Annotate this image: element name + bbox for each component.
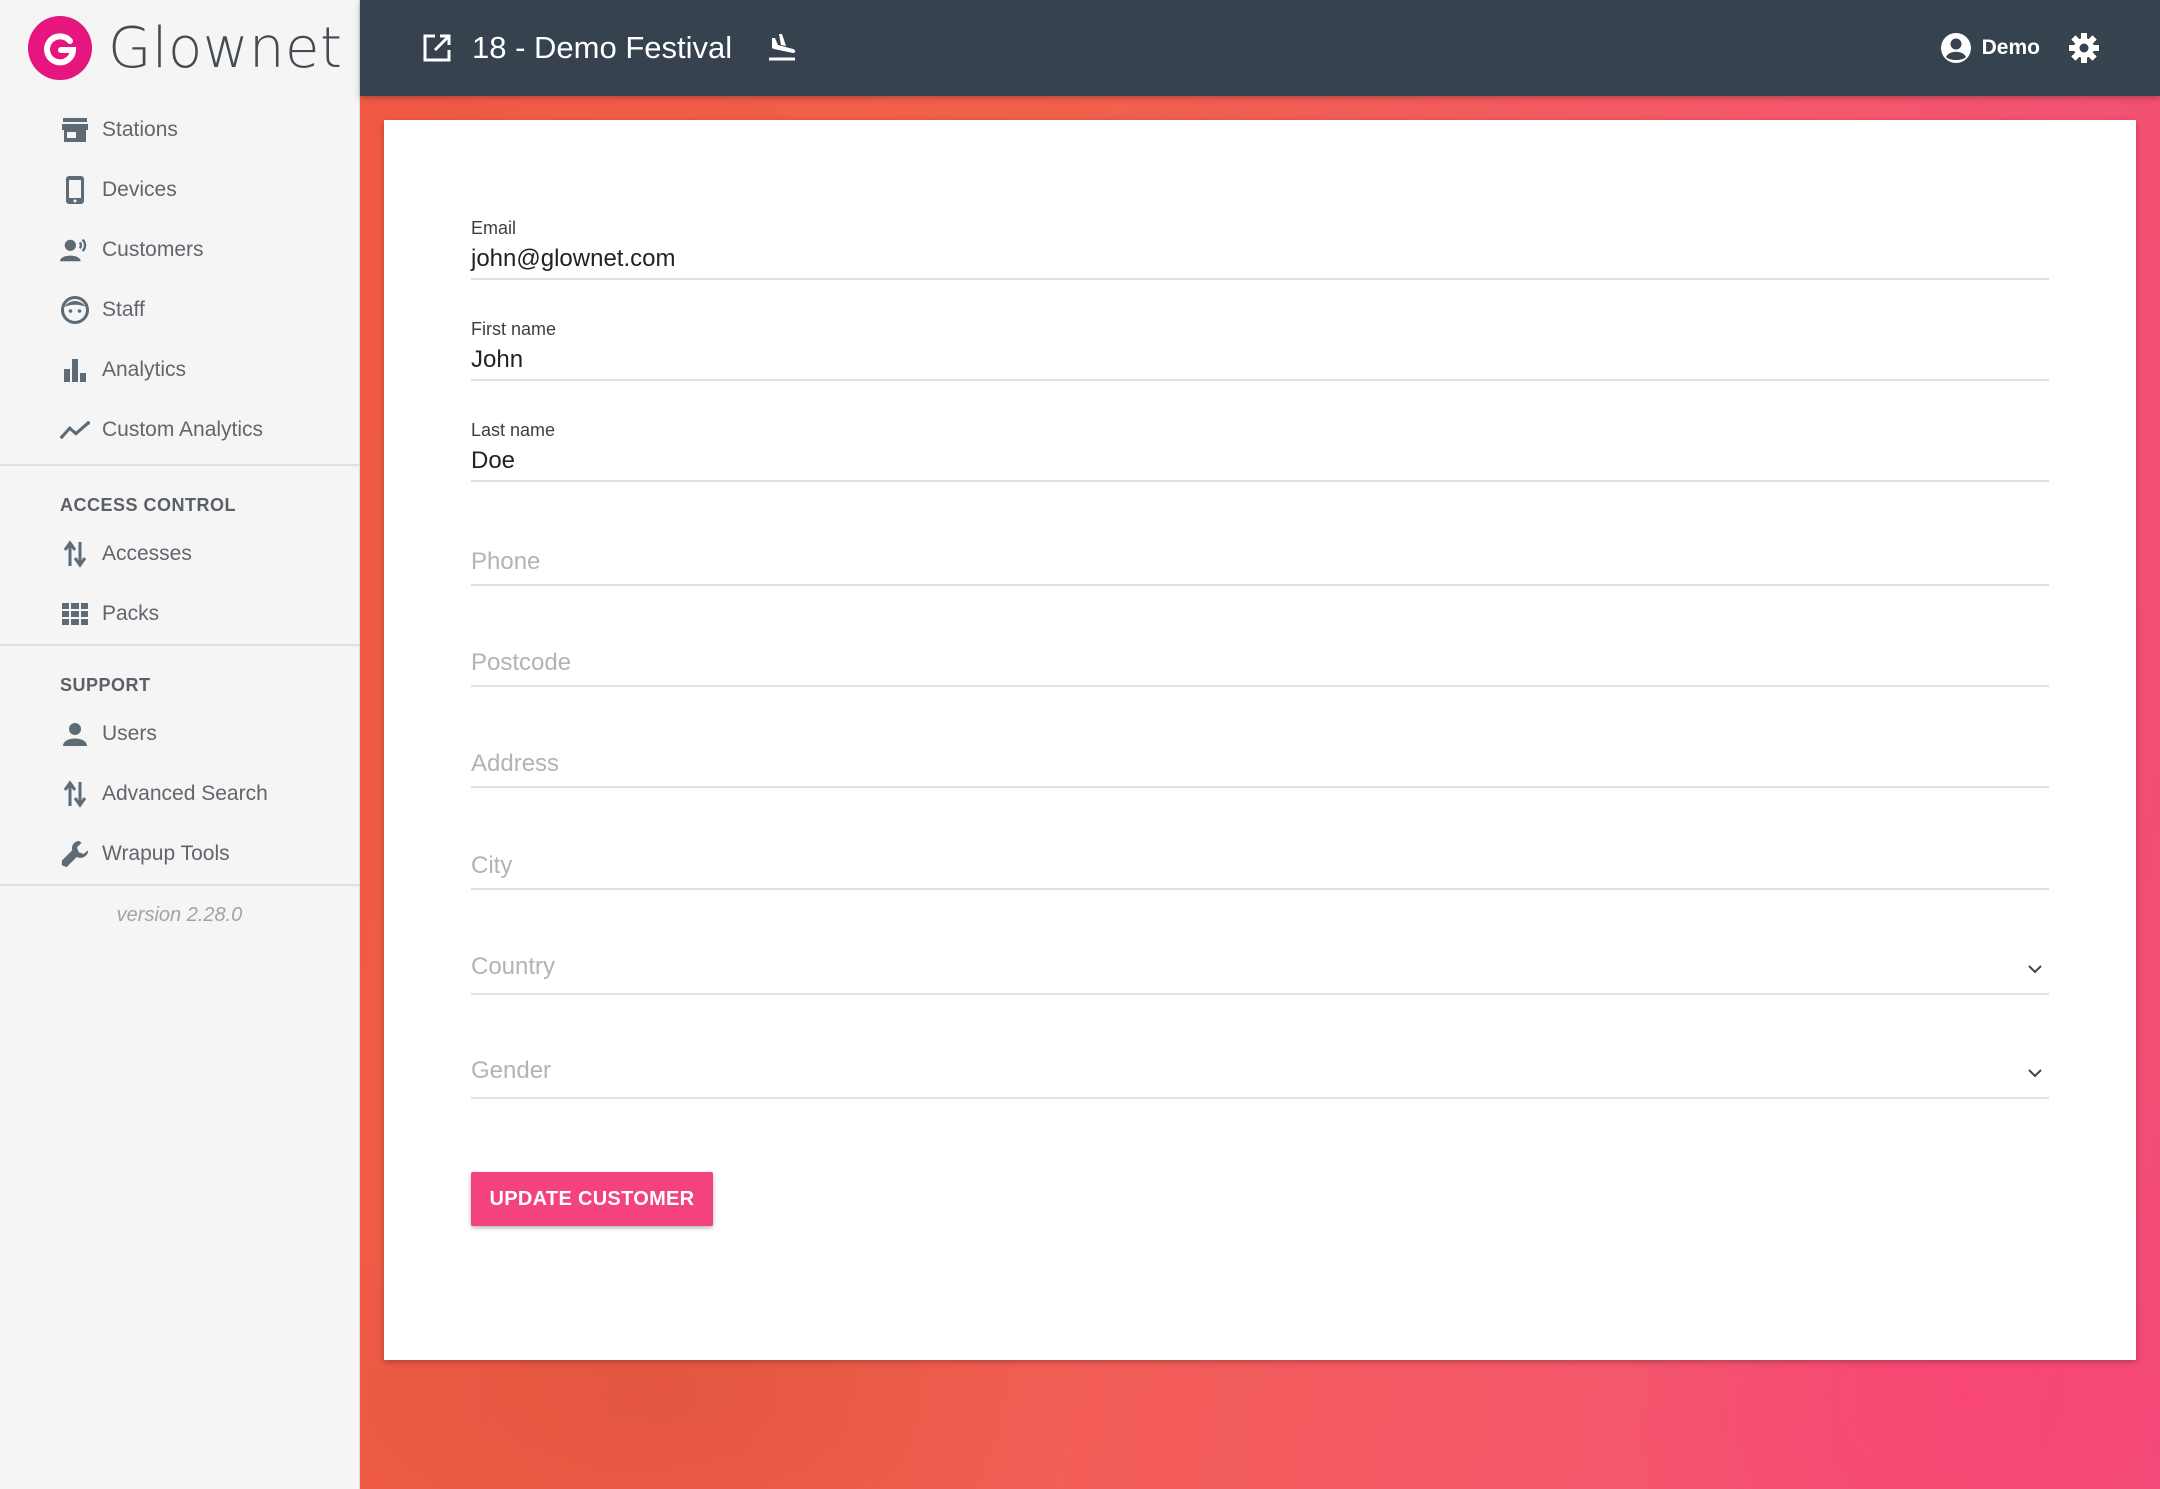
sidebar-item-stations[interactable]: Stations bbox=[0, 100, 359, 160]
sidebar-item-advanced-search[interactable]: Advanced Search bbox=[0, 764, 359, 824]
sidebar-item-label: Accesses bbox=[102, 542, 192, 565]
gender-placeholder: Gender bbox=[471, 1057, 552, 1084]
sidebar-item-customers[interactable]: Customers bbox=[0, 220, 359, 280]
edit-customer-card: Email john@glownet.com First name John L… bbox=[384, 120, 2136, 1360]
sidebar-item-packs[interactable]: Packs bbox=[0, 584, 359, 644]
country-placeholder: Country bbox=[471, 953, 556, 980]
sidebar-item-custom-analytics[interactable]: Custom Analytics bbox=[0, 400, 359, 460]
brand-name: Glownet bbox=[108, 15, 343, 81]
address-placeholder: Address bbox=[471, 750, 560, 777]
email-field[interactable]: Email john@glownet.com bbox=[471, 218, 2049, 280]
sidebar-item-analytics[interactable]: Analytics bbox=[0, 340, 359, 400]
flight-land-icon[interactable] bbox=[766, 33, 798, 63]
sidebar-item-label: Packs bbox=[102, 602, 160, 625]
phone-placeholder: Phone bbox=[471, 548, 541, 575]
bar-chart-icon bbox=[60, 355, 90, 385]
last-name-label: Last name bbox=[471, 420, 556, 440]
sidebar-item-label: Wrapup Tools bbox=[102, 842, 230, 865]
store-icon bbox=[60, 115, 90, 145]
sidebar-item-accesses[interactable]: Accesses bbox=[0, 524, 359, 584]
first-name-label: First name bbox=[471, 319, 557, 339]
sidebar-item-staff[interactable]: Staff bbox=[0, 280, 359, 340]
swap-vertical-icon bbox=[60, 779, 90, 809]
postcode-placeholder: Postcode bbox=[471, 649, 572, 676]
chevron-down-icon bbox=[2027, 1065, 2043, 1083]
first-name-field[interactable]: First name John bbox=[471, 319, 2049, 381]
customers-icon bbox=[60, 235, 90, 265]
sidebar-item-label: Custom Analytics bbox=[102, 418, 264, 441]
address-field[interactable]: Address bbox=[471, 750, 2049, 788]
sidebar-item-users[interactable]: Users bbox=[0, 704, 359, 764]
sidebar-item-devices[interactable]: Devices bbox=[0, 160, 359, 220]
swap-vertical-icon bbox=[60, 539, 90, 569]
open-in-new-icon[interactable] bbox=[422, 33, 452, 63]
sidebar-item-label: Analytics bbox=[102, 358, 187, 381]
postcode-field[interactable]: Postcode bbox=[471, 649, 2049, 687]
last-name-value[interactable]: Doe bbox=[471, 447, 2049, 480]
email-value[interactable]: john@glownet.com bbox=[471, 245, 2049, 278]
face-icon bbox=[60, 295, 90, 325]
user-name[interactable]: Demo bbox=[1982, 36, 2040, 60]
top-app-bar: 18 - Demo Festival Demo bbox=[360, 0, 2160, 96]
country-select[interactable]: Country bbox=[471, 953, 2049, 995]
sidebar-item-label: Advanced Search bbox=[102, 782, 268, 805]
sidebar-item-label: Stations bbox=[102, 118, 178, 141]
sidebar-item-label: Staff bbox=[102, 298, 145, 321]
city-field[interactable]: City bbox=[471, 852, 2049, 890]
app-version: version 2.28.0 bbox=[116, 904, 243, 926]
brand-logo[interactable]: Glownet bbox=[0, 0, 359, 96]
trend-line-icon bbox=[60, 415, 90, 445]
account-circle-icon[interactable] bbox=[1940, 32, 1972, 64]
section-title-support: SUPPORT bbox=[60, 675, 151, 695]
grid-icon bbox=[60, 599, 90, 629]
city-placeholder: City bbox=[471, 852, 513, 879]
sidebar-divider bbox=[0, 884, 359, 886]
sidebar-item-label: Devices bbox=[102, 178, 177, 201]
person-icon bbox=[60, 719, 90, 749]
wrench-icon bbox=[60, 839, 90, 869]
glownet-logo-icon bbox=[28, 16, 92, 80]
sidebar-item-label: Users bbox=[102, 722, 157, 745]
event-title: 18 - Demo Festival bbox=[472, 30, 733, 65]
phone-field[interactable]: Phone bbox=[471, 548, 2049, 586]
phone-icon bbox=[60, 175, 90, 205]
chevron-down-icon bbox=[2027, 961, 2043, 979]
sidebar-item-wrapup-tools[interactable]: Wrapup Tools bbox=[0, 824, 359, 884]
section-title-access-control: ACCESS CONTROL bbox=[60, 495, 237, 515]
last-name-field[interactable]: Last name Doe bbox=[471, 420, 2049, 482]
gear-icon[interactable] bbox=[2068, 32, 2100, 64]
gender-select[interactable]: Gender bbox=[471, 1057, 2049, 1099]
first-name-value[interactable]: John bbox=[471, 346, 2049, 379]
update-customer-button[interactable]: UPDATE CUSTOMER bbox=[471, 1172, 713, 1226]
sidebar-item-label: Customers bbox=[102, 238, 204, 261]
email-label: Email bbox=[471, 218, 517, 238]
sidebar: Glownet Stations Devices Customers Staff bbox=[0, 0, 360, 1489]
